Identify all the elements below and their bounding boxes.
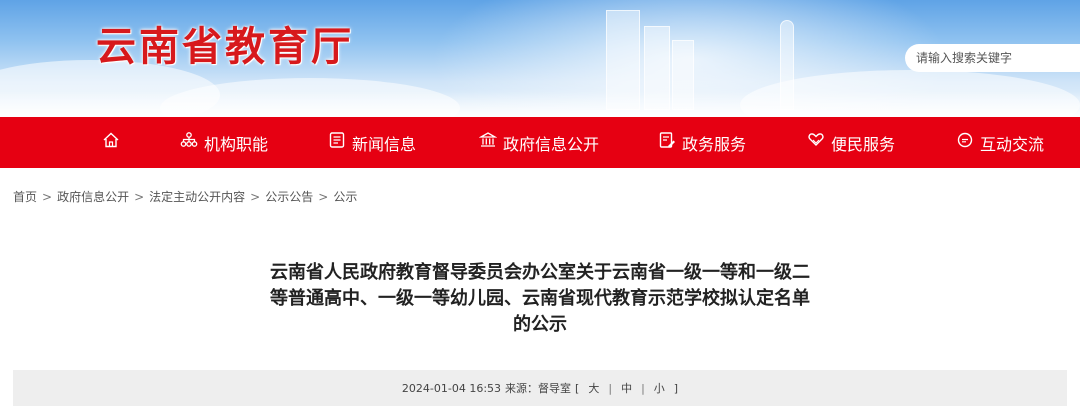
home-icon: [102, 131, 120, 149]
article-title-line: 等普通高中、一级一等幼儿园、云南省现代教育示范学校拟认定名单: [270, 288, 810, 309]
nav-label-news: 新闻信息: [352, 134, 417, 154]
font-size-separator: |: [641, 381, 645, 395]
font-size-separator: |: [608, 381, 613, 395]
nav-item-home[interactable]: [102, 117, 120, 168]
nav-item-gov-info[interactable]: 政府信息公开: [479, 117, 599, 168]
news-icon: [328, 131, 346, 149]
font-size-bracket-close: ]: [673, 381, 679, 395]
font-size-large-button[interactable]: 大: [583, 380, 604, 396]
nav-item-interaction[interactable]: 互动交流: [956, 117, 1044, 168]
chat-icon: [956, 131, 974, 149]
breadcrumb-separator: >: [42, 189, 53, 204]
font-size-small-button[interactable]: 小: [649, 380, 670, 396]
nav-item-org[interactable]: 机构职能: [180, 117, 268, 168]
breadcrumb-announcements[interactable]: 公示公告: [265, 188, 313, 205]
nav-label-gov-info: 政府信息公开: [503, 134, 600, 154]
government-icon: [479, 131, 497, 149]
nav-item-news[interactable]: 新闻信息: [328, 117, 416, 168]
article-source: 来源：督导室: [505, 382, 572, 395]
nav-label-service: 政务服务: [682, 134, 747, 154]
nav-label-interaction: 互动交流: [980, 134, 1045, 154]
article-title: 云南省人民政府教育督导委员会办公室关于云南省一级一等和一级二 等普通高中、一级一…: [262, 260, 818, 338]
nav-label-convenience: 便民服务: [831, 134, 896, 154]
breadcrumb-gov-info[interactable]: 政府信息公开: [57, 188, 129, 205]
org-icon: [180, 131, 198, 149]
article-meta-bar: 2024-01-04 16:53 来源：督导室 [ 大 | 中 | 小 ]: [13, 370, 1067, 406]
breadcrumb: 首页 > 政府信息公开 > 法定主动公开内容 > 公示公告 > 公示: [13, 188, 357, 205]
article-title-line: 的公示: [513, 314, 567, 335]
breadcrumb-separator: >: [318, 189, 329, 204]
site-title[interactable]: 云南省教育厅: [96, 14, 354, 72]
header-banner: 云南省教育厅: [0, 0, 1080, 117]
nav-item-convenience[interactable]: 便民服务: [807, 117, 895, 168]
service-icon: [658, 131, 676, 149]
search-input[interactable]: [916, 51, 1076, 65]
breadcrumb-home[interactable]: 首页: [13, 188, 37, 205]
article-datetime: 2024-01-04 16:53: [401, 381, 502, 395]
breadcrumb-separator: >: [250, 189, 261, 204]
nav-item-service[interactable]: 政务服务: [658, 117, 746, 168]
breadcrumb-separator: >: [134, 189, 145, 204]
heart-hand-icon: [807, 131, 825, 149]
breadcrumb-statutory[interactable]: 法定主动公开内容: [149, 188, 245, 205]
breadcrumb-notice[interactable]: 公示: [333, 188, 357, 205]
nav-label-org: 机构职能: [204, 134, 269, 154]
article-title-line: 云南省人民政府教育督导委员会办公室关于云南省一级一等和一级二: [270, 262, 810, 283]
font-size-bracket-open: [: [575, 381, 580, 395]
banner-ground: [0, 91, 1080, 117]
main-nav: 机构职能 新闻信息 政府信息公开 政务服务 便民服务 互动交流: [0, 117, 1080, 168]
search-box[interactable]: [905, 44, 1080, 72]
font-size-medium-button[interactable]: 中: [616, 380, 637, 396]
